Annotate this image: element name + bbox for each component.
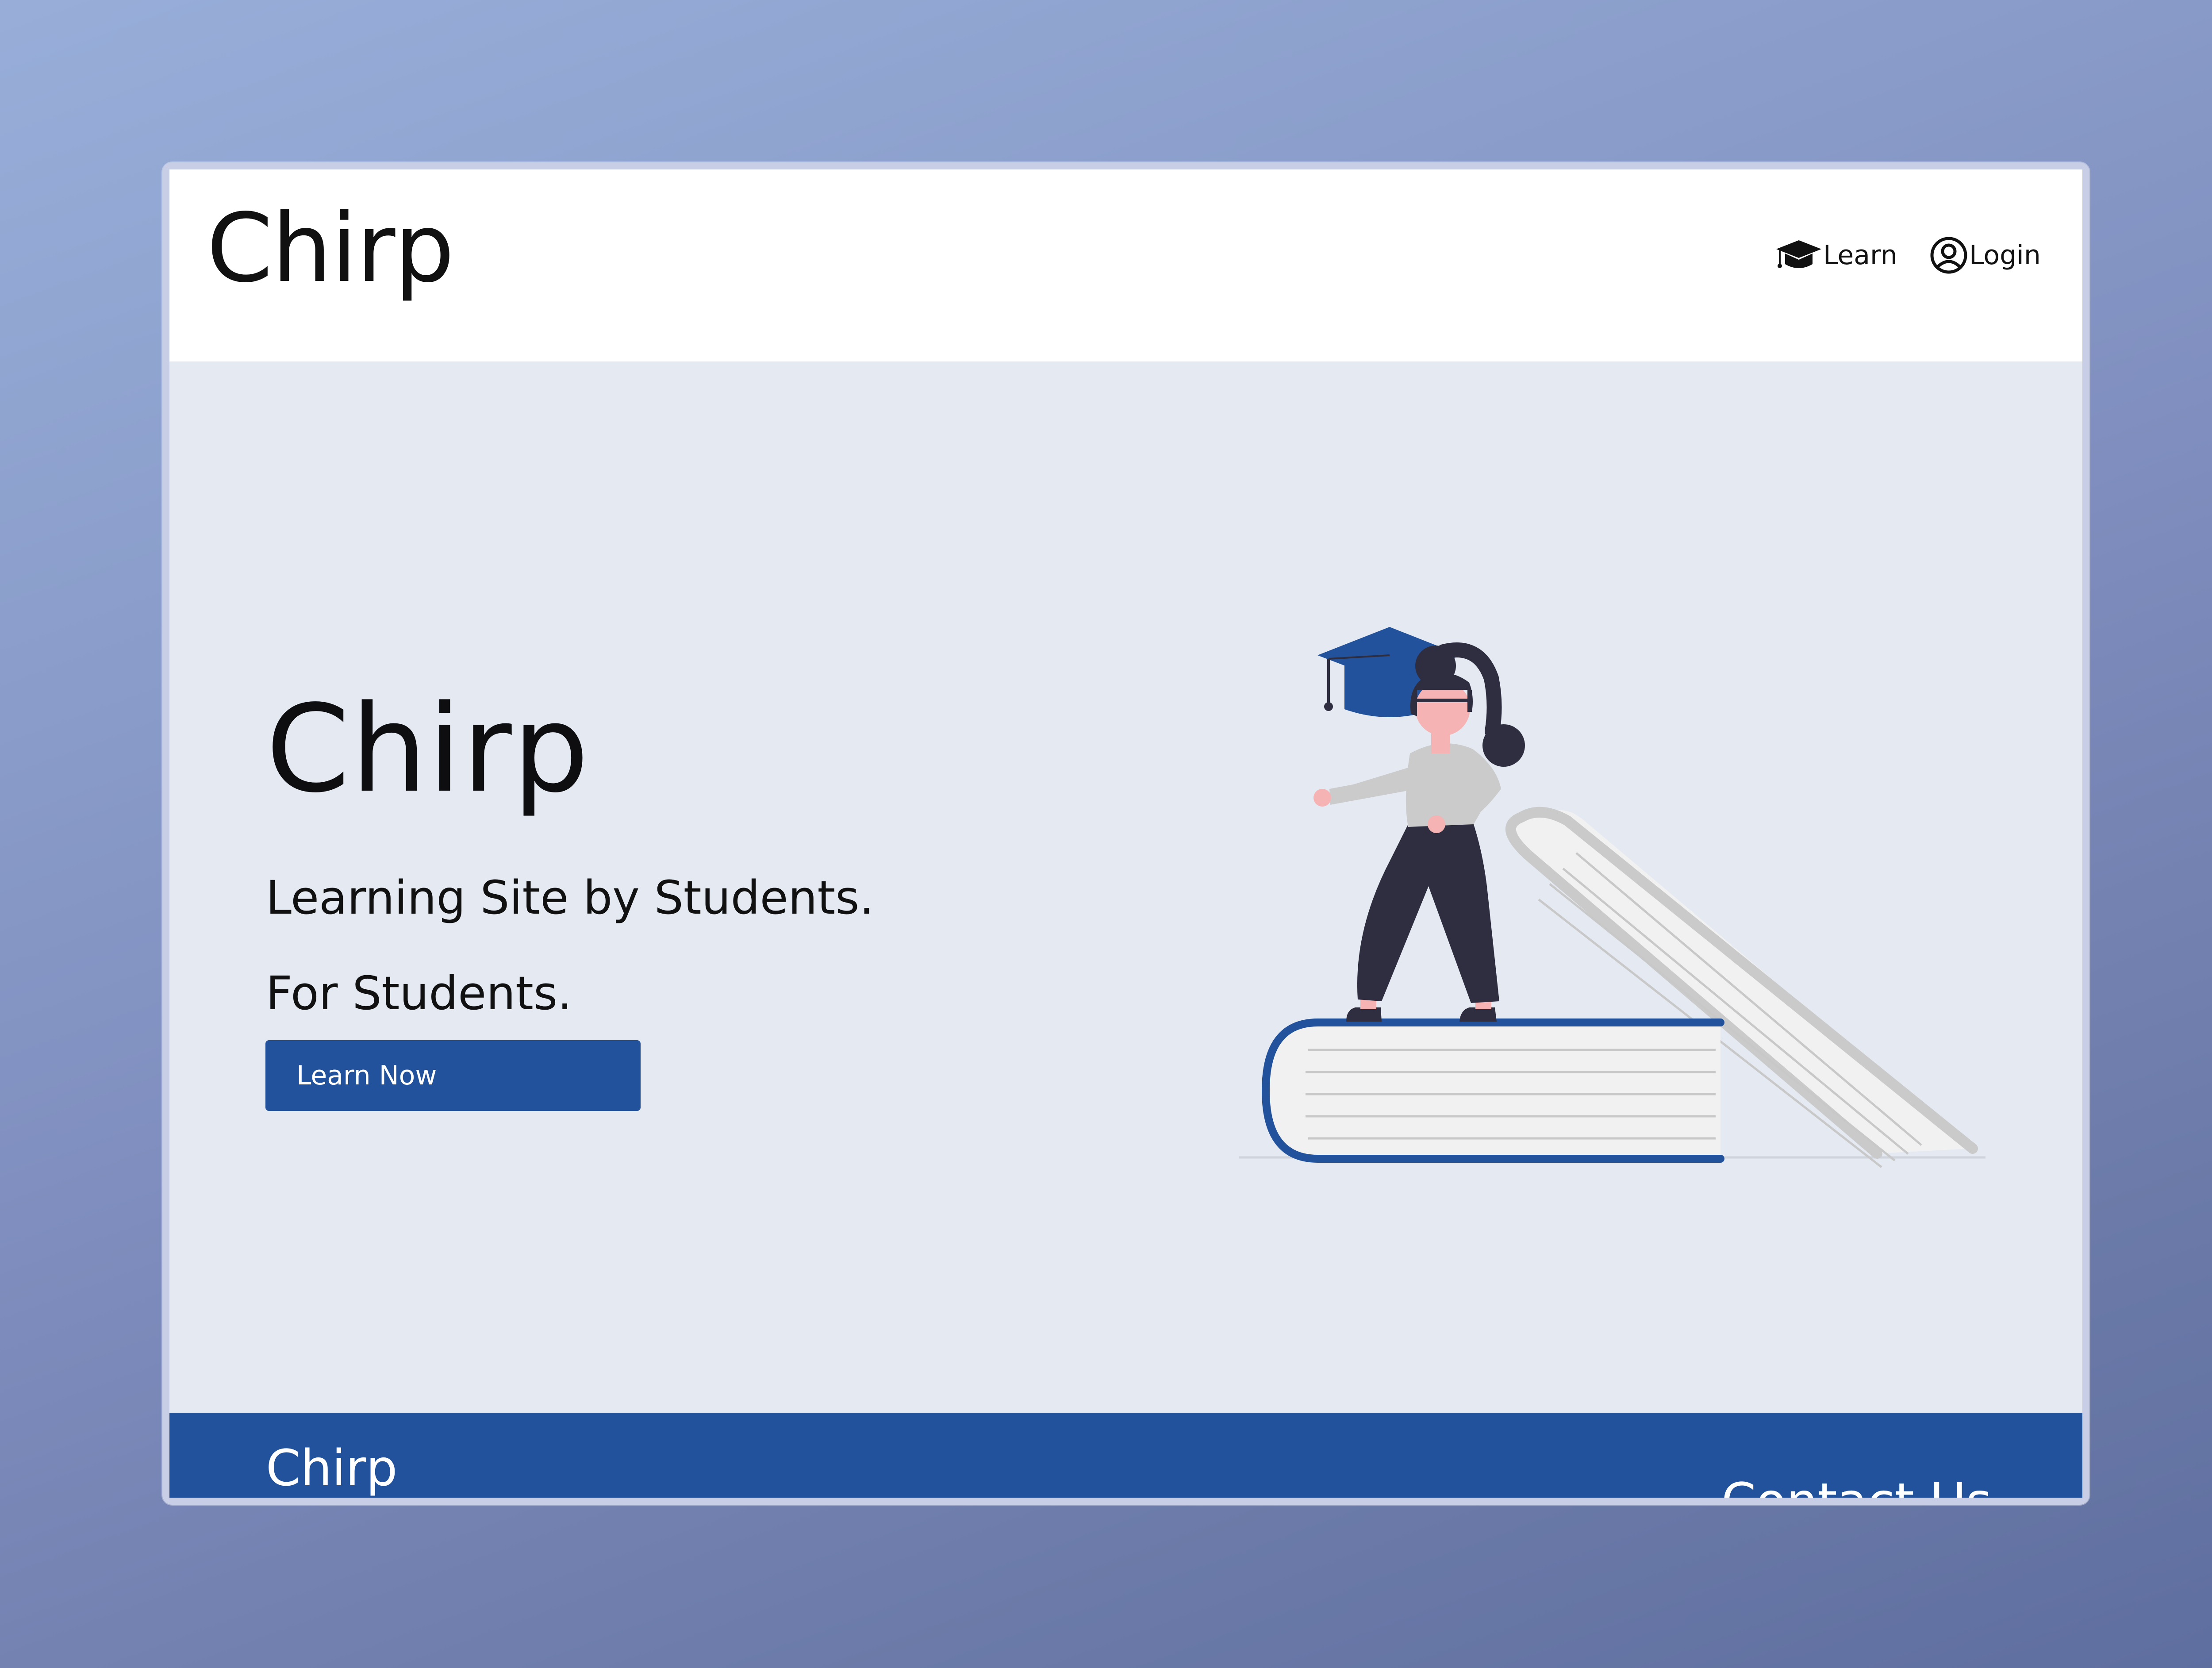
- page-viewport: Chirp Learn Login Chirp Learning Site by…: [169, 169, 2082, 1498]
- site-footer: Chirp Contact Us: [169, 1413, 2082, 1498]
- footer-brand: Chirp: [266, 1440, 398, 1497]
- student-books-illustration: [1239, 627, 1985, 1168]
- footer-contact-heading: Contact Us: [1721, 1477, 1992, 1498]
- stacked-book-graphic: [1261, 1018, 1724, 1163]
- browser-window-frame: Chirp Learn Login Chirp Learning Site by…: [162, 162, 2089, 1505]
